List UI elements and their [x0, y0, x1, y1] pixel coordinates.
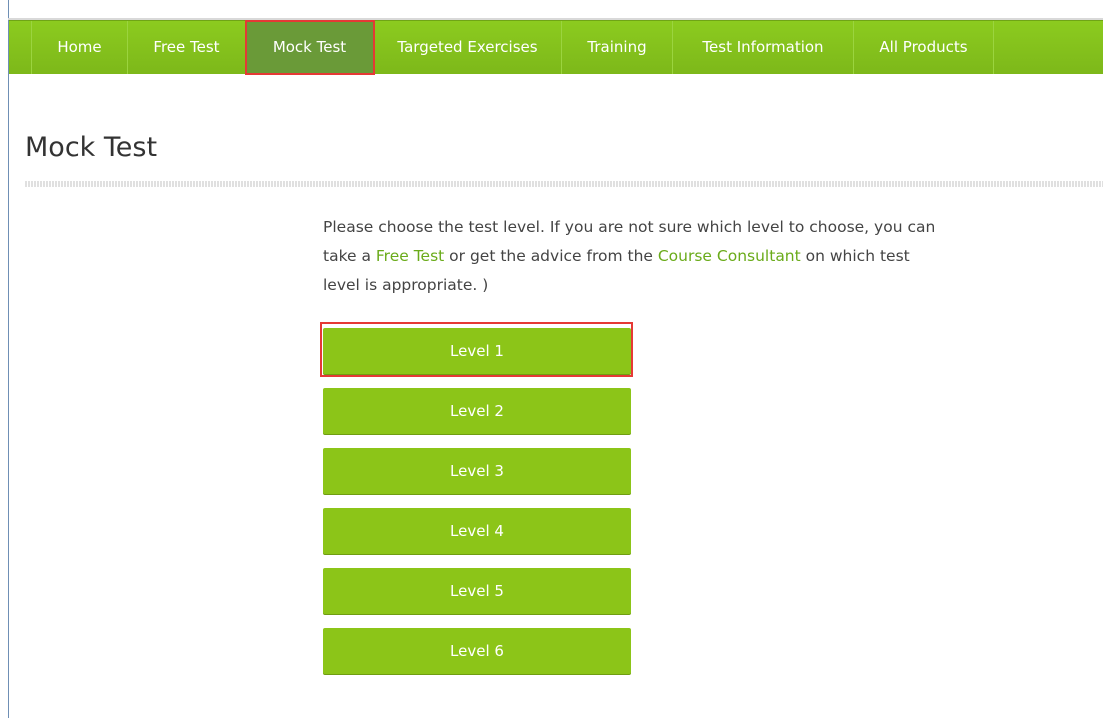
level-4-button[interactable]: Level 4 — [323, 508, 631, 554]
course-consultant-link[interactable]: Course Consultant — [658, 247, 801, 265]
level-2-button[interactable]: Level 2 — [323, 388, 631, 434]
level-list: Level 1 Level 2 Level 3 Level 4 Level 5 … — [320, 322, 633, 688]
intro-text-2: or get the advice from the — [444, 247, 658, 265]
nav-item-mock-test[interactable]: Mock Test — [245, 20, 375, 75]
level-6-button[interactable]: Level 6 — [323, 628, 631, 674]
page-title: Mock Test — [25, 132, 158, 163]
nav-item-home[interactable]: Home — [32, 21, 128, 74]
nav-item-free-test[interactable]: Free Test — [128, 21, 246, 74]
nav-item-test-information[interactable]: Test Information — [673, 21, 854, 74]
title-divider — [25, 181, 1103, 187]
level-5-button[interactable]: Level 5 — [323, 568, 631, 614]
free-test-link[interactable]: Free Test — [376, 247, 444, 265]
main-navigation-bar: Home Free Test Mock Test Targeted Exerci… — [9, 20, 1103, 75]
nav-item-targeted-exercises[interactable]: Targeted Exercises — [374, 21, 562, 74]
window-left-border — [8, 0, 9, 718]
level-3-button[interactable]: Level 3 — [323, 448, 631, 494]
nav-item-training[interactable]: Training — [562, 21, 673, 74]
nav-item-all-products[interactable]: All Products — [854, 21, 994, 74]
level-instructions: Please choose the test level. If you are… — [323, 213, 943, 300]
nav-items: Home Free Test Mock Test Targeted Exerci… — [31, 20, 994, 75]
level-1-button[interactable]: Level 1 — [320, 322, 633, 377]
